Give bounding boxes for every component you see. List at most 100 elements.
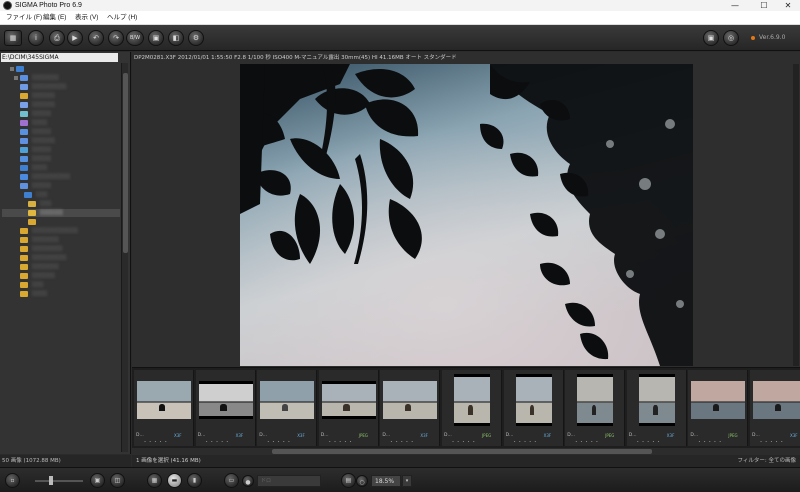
thumbnail-cell[interactable]: D... X3F • • • • •: [257, 370, 318, 446]
folder-icon: [20, 111, 28, 117]
filter-status[interactable]: フィルター: 全ての画像: [738, 455, 797, 467]
thumbnail-image[interactable]: [638, 374, 675, 426]
bw-button[interactable]: B/W: [126, 30, 144, 46]
rating-stars[interactable]: • • • • •: [206, 440, 230, 444]
thumbnail-cell[interactable]: D... X3F • • • • •: [380, 370, 441, 446]
thumbnail-filename: D...: [136, 433, 144, 438]
fit-window-button[interactable]: ▤: [341, 473, 356, 488]
rating-stars[interactable]: • • • • •: [329, 440, 353, 444]
menu-help[interactable]: ヘルプ (H): [107, 11, 137, 25]
zoom-dropdown-button[interactable]: ▾: [402, 475, 412, 487]
view-mode-select[interactable]: ドロ: [257, 475, 321, 487]
save-button[interactable]: ▣: [148, 30, 164, 46]
folder-scrollbar[interactable]: [121, 63, 128, 452]
slideshow-button[interactable]: ▶: [67, 30, 83, 46]
thumbnail-cell[interactable]: D... JPEG • • • • •: [318, 370, 379, 446]
main-photo[interactable]: [240, 64, 693, 366]
color-mode-button[interactable]: ◧: [168, 30, 184, 46]
rating-stars[interactable]: • • • • •: [267, 440, 291, 444]
folder-tree[interactable]: ░░░░░░░ ░░░░░░░░░ ░░░░░░ ░░░░░░ ░░░░░ ░░…: [2, 65, 120, 355]
viewer-scrollbar[interactable]: [793, 64, 799, 366]
thumbnail-image[interactable]: [577, 374, 614, 426]
help-button[interactable]: ◎: [723, 30, 739, 46]
rating-stars[interactable]: • • • • •: [698, 440, 722, 444]
thumbnail-image[interactable]: [383, 381, 438, 419]
rating-stars[interactable]: • • • • •: [575, 440, 599, 444]
rating-stars[interactable]: • • • • •: [760, 440, 784, 444]
window-title: SIGMA Photo Pro 6.9: [15, 2, 82, 9]
rating-stars[interactable]: • • • • •: [144, 440, 168, 444]
minimize-button[interactable]: —: [723, 0, 747, 11]
image-viewer: DP2M0281.X3F 2012/01/01 1:55:50 F2.8 1/1…: [132, 52, 800, 367]
thumbnail-cell[interactable]: D... X3F • • • • •: [503, 370, 564, 446]
thumbnail-cell[interactable]: D... JPEG • • • • •: [442, 370, 502, 446]
close-button[interactable]: ✕: [776, 0, 800, 11]
file-type-badge: X3F: [420, 433, 428, 438]
thumbnail-filename: D...: [690, 433, 699, 438]
file-type-badge: X3F: [174, 433, 182, 438]
thumb-size-small-button[interactable]: ▫: [5, 473, 20, 488]
thumbnail-image[interactable]: [753, 381, 800, 419]
thumbnail-image[interactable]: [454, 374, 490, 426]
print-button[interactable]: ⎙: [49, 30, 65, 46]
info-icon: i: [35, 34, 37, 42]
compare-button[interactable]: ●: [242, 475, 254, 487]
rating-stars[interactable]: • • • • •: [390, 440, 414, 444]
thumbnail-image[interactable]: [515, 374, 552, 426]
rating-stars[interactable]: • • • • •: [452, 440, 476, 444]
rotate-left-icon: ↶: [93, 34, 99, 42]
rating-stars[interactable]: • • • • •: [514, 440, 538, 444]
settings-button[interactable]: ⚙: [188, 30, 204, 46]
slideshow-icon: ▶: [72, 34, 78, 42]
layout-grid-button[interactable]: ▦: [147, 473, 162, 488]
grid-view-button[interactable]: ▦: [4, 30, 22, 46]
rotate-left-button[interactable]: ↶: [88, 30, 104, 46]
layout-filmstrip-button[interactable]: ▬: [167, 473, 182, 488]
thumbnail-image[interactable]: [198, 381, 253, 419]
view-toggle-icon: ◫: [114, 477, 121, 484]
thumb-size-large-button[interactable]: ▣: [90, 473, 105, 488]
thumbnail-image[interactable]: [321, 381, 376, 419]
menu-view[interactable]: 表示 (V): [75, 11, 98, 25]
monitor-button[interactable]: ▭: [224, 473, 239, 488]
thumbnail-cell[interactable]: D... X3F • • • • •: [195, 370, 256, 446]
thumbnail-image[interactable]: [691, 381, 746, 419]
thumbnail-cell[interactable]: D... X3F • • • • •: [134, 370, 194, 446]
zoom-out-button[interactable]: ○: [356, 475, 368, 487]
thumb-size-slider[interactable]: [35, 480, 83, 482]
folder-icon: [20, 156, 28, 162]
filmstrip-scroll-thumb[interactable]: [272, 449, 652, 454]
color-mode-icon: ◧: [172, 34, 180, 42]
thumbnail-filename: D...: [505, 433, 514, 438]
thumbnail-image[interactable]: [137, 381, 191, 419]
rotate-right-button[interactable]: ↷: [108, 30, 124, 46]
folder-icon: [20, 237, 28, 243]
folder-icon: [20, 93, 28, 99]
thumbnail-image[interactable]: [260, 381, 315, 419]
folder-scroll-thumb[interactable]: [123, 73, 128, 253]
view-toggle-button[interactable]: ◫: [110, 473, 125, 488]
menu-edit[interactable]: 編集 (E): [43, 11, 66, 25]
layout-single-button[interactable]: ▮: [187, 473, 202, 488]
zoom-field[interactable]: 18.5%: [371, 475, 401, 487]
rating-stars[interactable]: • • • • •: [637, 440, 661, 444]
maximize-button[interactable]: ☐: [752, 0, 776, 11]
selected-folder-row[interactable]: ░░░░░░: [2, 209, 120, 217]
thumb-size-slider-knob[interactable]: [49, 476, 53, 485]
thumbnail-cell[interactable]: D... JPEG • • • • •: [688, 370, 749, 446]
folder-path[interactable]: E:\DCIM\345SIGMA: [1, 53, 118, 62]
info-button[interactable]: i: [28, 30, 44, 46]
drive-icon: [16, 66, 24, 72]
toolbar: ▦ i ⎙ ▶ ↶ ↷ B/W ▣ ◧ ⚙ ▣ ◎ Ver.6.9.0: [0, 25, 800, 51]
thumbnail-cell[interactable]: D... JPEG • • • • •: [565, 370, 626, 446]
thumbnail-cell[interactable]: D... X3F • • • • •: [626, 370, 687, 446]
rotate-right-icon: ↷: [113, 34, 119, 42]
menu-bar: ファイル (F) 編集 (E) 表示 (V) ヘルプ (H): [0, 11, 800, 25]
folder-status: 50 画像 (1072.88 MB): [0, 455, 131, 467]
filmstrip-scrollbar[interactable]: [132, 448, 800, 455]
preferences-button[interactable]: ▣: [703, 30, 719, 46]
thumbnail-filename: D...: [259, 433, 267, 438]
thumbnail-cell[interactable]: D... X3F • • • • •: [750, 370, 800, 446]
help-icon: ◎: [727, 34, 735, 42]
menu-file[interactable]: ファイル (F): [6, 11, 42, 25]
